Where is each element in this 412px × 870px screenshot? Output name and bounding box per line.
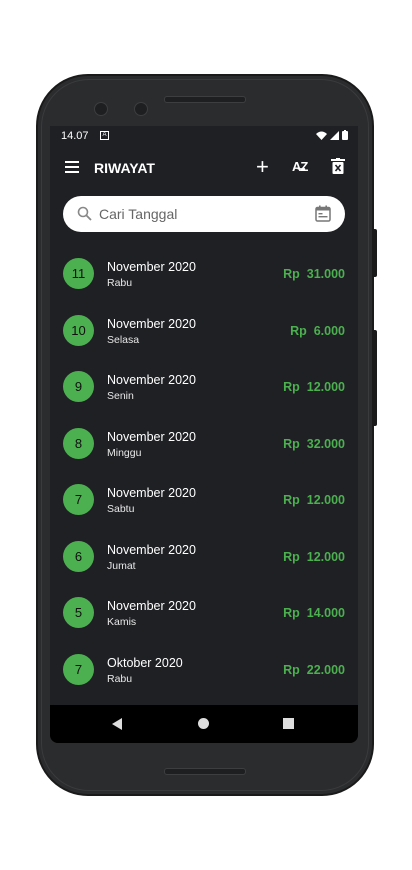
list-item[interactable]: 9 November 2020 Senin Rp 12.000	[50, 359, 358, 416]
wifi-icon	[316, 131, 327, 140]
month-label: November 2020	[107, 542, 196, 557]
month-label: November 2020	[107, 373, 196, 387]
month-label: Oktober 2020	[107, 655, 183, 670]
weekday-label: Rabu	[107, 277, 133, 289]
home-icon[interactable]	[198, 718, 209, 729]
amount-label: Rp 6.000	[290, 323, 345, 338]
search-icon	[77, 206, 92, 221]
amount-label: Rp 12.000	[283, 493, 345, 507]
amount-label: Rp 12.000	[283, 380, 345, 394]
day-badge: 5	[63, 597, 94, 628]
speaker	[164, 768, 246, 775]
volume-button	[374, 330, 377, 426]
menu-icon[interactable]	[65, 161, 79, 173]
list-item[interactable]: 5 November 2020 Kamis Rp 14.000	[50, 585, 358, 642]
day-badge: 11	[63, 258, 94, 289]
amount-label: Rp 22.000	[283, 662, 345, 677]
day-badge: 7	[63, 653, 94, 685]
list-item[interactable]: 7 November 2020 Sabtu Rp 12.000	[50, 472, 358, 529]
system-nav-bar	[50, 705, 358, 743]
month-label: November 2020	[107, 260, 196, 274]
weekday-label: Senin	[107, 390, 134, 402]
day-badge: 10	[63, 314, 94, 346]
power-button	[374, 229, 377, 277]
list-item[interactable]: 10 November 2020 Selasa Rp 6.000	[50, 303, 358, 360]
back-icon[interactable]	[112, 718, 122, 730]
weekday-label: Jumat	[107, 559, 136, 572]
day-badge: 9	[63, 371, 94, 402]
app-bar: RIWAYAT + A̶Z	[50, 152, 358, 184]
amount-label: Rp 12.000	[283, 549, 345, 564]
day-badge: 8	[63, 427, 94, 459]
delete-icon[interactable]	[331, 158, 345, 174]
search-bar	[63, 196, 345, 232]
recents-icon[interactable]	[283, 718, 294, 729]
list-item[interactable]: 7 Oktober 2020 Rabu Rp 22.000	[50, 642, 358, 699]
month-label: November 2020	[107, 429, 196, 444]
amount-label: Rp 32.000	[283, 436, 345, 451]
list-item[interactable]: 11 November 2020 Rabu Rp 31.000	[50, 246, 358, 303]
search-input[interactable]	[99, 196, 299, 232]
day-badge: 7	[63, 484, 94, 515]
amount-label: Rp 14.000	[283, 606, 345, 620]
page-title: RIWAYAT	[94, 160, 155, 176]
calendar-icon[interactable]	[315, 205, 331, 222]
weekday-label: Kamis	[107, 616, 137, 628]
signal-icon	[330, 130, 339, 140]
amount-label: Rp 31.000	[283, 267, 345, 281]
app-screen: 14.07 A RIWAYAT + A̶Z Cari Tanggal 11 No…	[50, 126, 358, 743]
list-item[interactable]: 6 November 2020 Jumat Rp 12.000	[50, 529, 358, 586]
month-label: November 2020	[107, 486, 196, 500]
month-label: November 2020	[107, 316, 196, 331]
status-time: 14.07	[61, 130, 89, 142]
month-label: November 2020	[107, 599, 196, 613]
weekday-label: Minggu	[107, 446, 142, 459]
speaker	[164, 96, 246, 103]
day-badge: 6	[63, 540, 94, 572]
status-bar: 14.07 A	[50, 126, 358, 146]
battery-icon	[342, 130, 348, 140]
list-item[interactable]: 8 November 2020 Minggu Rp 32.000	[50, 416, 358, 473]
camera-icon	[134, 102, 148, 116]
sort-az-icon[interactable]: A̶Z	[292, 159, 308, 174]
history-list: 11 November 2020 Rabu Rp 31.000 10 Novem…	[50, 246, 358, 698]
weekday-label: Rabu	[107, 672, 133, 685]
weekday-label: Sabtu	[107, 503, 135, 515]
weekday-label: Selasa	[107, 333, 140, 346]
camera-icon	[94, 102, 108, 116]
notification-icon: A	[100, 131, 109, 140]
add-icon[interactable]: +	[256, 154, 269, 180]
